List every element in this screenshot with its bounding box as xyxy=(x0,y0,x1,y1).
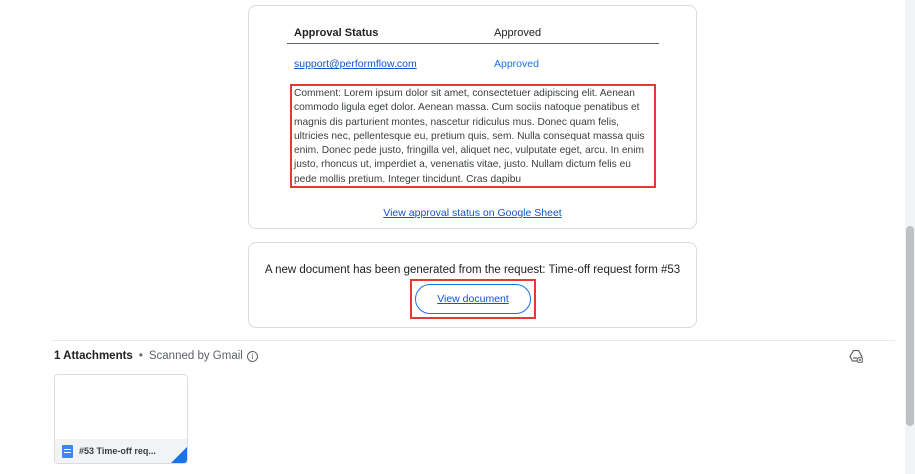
info-icon[interactable]: i xyxy=(246,350,258,362)
attachments-header: 1 Attachments • Scanned by Gmail i xyxy=(54,350,258,362)
attachment-name: #53 Time-off req... xyxy=(79,446,156,456)
view-document-button[interactable]: View document xyxy=(415,284,531,314)
attachments-divider xyxy=(52,340,895,341)
attachments-count: 1 Attachments xyxy=(54,350,133,362)
approval-card: Approval Status Approved support@perform… xyxy=(248,5,697,229)
scanned-label: Scanned by Gmail xyxy=(148,350,243,362)
attachment-footer: #53 Time-off req... xyxy=(55,439,187,463)
header-divider xyxy=(287,43,659,44)
approver-status: Approved xyxy=(494,58,539,70)
approval-comment: Comment: Lorem ipsum dolor sit amet, con… xyxy=(290,84,656,188)
add-to-drive-icon[interactable] xyxy=(849,349,863,363)
approver-email-link[interactable]: support@performflow.com xyxy=(294,58,417,70)
google-docs-icon xyxy=(62,444,73,458)
scrollbar-thumb[interactable] xyxy=(906,226,914,426)
attachment-card[interactable]: #53 Time-off req... xyxy=(54,374,188,464)
document-card: A new document has been generated from t… xyxy=(248,242,697,328)
view-sheet-link[interactable]: View approval status on Google Sheet xyxy=(249,207,696,219)
scrollbar-track[interactable] xyxy=(905,0,915,474)
attachment-corner-icon xyxy=(171,447,187,463)
approval-status-header-value: Approved xyxy=(494,27,542,39)
document-message: A new document has been generated from t… xyxy=(264,264,681,276)
separator-dot: • xyxy=(138,350,143,362)
approval-status-header: Approval Status xyxy=(294,27,379,39)
